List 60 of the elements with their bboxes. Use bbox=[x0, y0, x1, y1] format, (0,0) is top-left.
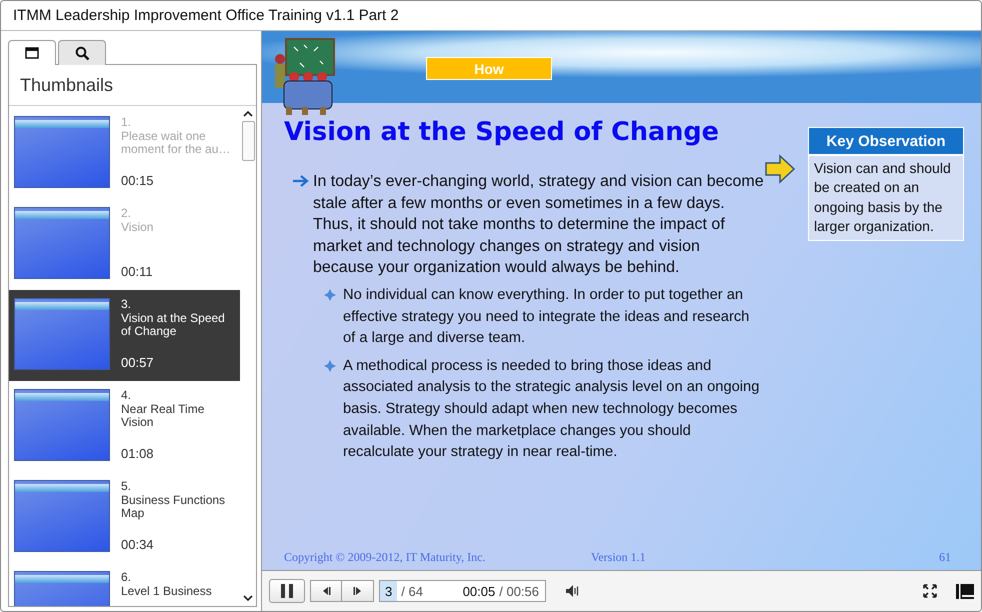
slide-title: Please wait one moment for the au… bbox=[121, 130, 232, 156]
callout-heading: Key Observation bbox=[809, 128, 963, 156]
arrow-bullet-icon bbox=[292, 174, 310, 188]
callout-text: Vision can and should be created on an ongoing basis by the larger organization. bbox=[813, 159, 952, 236]
thumbnail-item[interactable]: 1. Please wait one moment for the au… 00:15 bbox=[9, 108, 240, 199]
fullscreen-icon[interactable] bbox=[923, 584, 937, 598]
volume-icon[interactable] bbox=[565, 584, 579, 598]
slide-duration: 00:34 bbox=[121, 538, 155, 551]
caret-down-icon[interactable] bbox=[243, 595, 253, 602]
diamond-bullet-icon bbox=[324, 360, 336, 372]
slide-title: Vision at the Speed of Change bbox=[284, 117, 720, 147]
version-text: Version 1.1 bbox=[591, 550, 646, 564]
slide-number: 6. bbox=[121, 571, 132, 584]
slide-duration: 01:08 bbox=[121, 446, 155, 460]
thumbnail-item[interactable]: 5. Business Functions Map 00:34 bbox=[9, 472, 240, 563]
copyright-text: Copyright © 2009-2012, IT Maturity, Inc. bbox=[284, 550, 486, 564]
slide-duration: 00:11 bbox=[121, 264, 154, 278]
search-icon bbox=[74, 46, 90, 60]
window-title: ITMM Leadership Improvement Office Training v1.1 Part 2 bbox=[13, 7, 399, 24]
previous-button[interactable] bbox=[310, 580, 342, 602]
slide-number: 1. bbox=[121, 116, 132, 130]
sidebar-icon[interactable] bbox=[956, 584, 974, 598]
slide-duration: 00:57 bbox=[121, 356, 155, 369]
caret-up-icon[interactable] bbox=[243, 110, 253, 117]
thumbnail-item[interactable]: 4. Near Real Time Vision 01:08 bbox=[9, 381, 240, 472]
sidebar-tab[interactable] bbox=[58, 40, 106, 65]
play-pause-button[interactable] bbox=[269, 579, 305, 603]
position-field[interactable]: 3 / 64 00:05 / 00:56 bbox=[379, 580, 546, 602]
arrow-right-icon bbox=[764, 153, 796, 185]
slide-title: Business Functions Map bbox=[121, 494, 226, 520]
current-slide: 3 bbox=[380, 581, 398, 601]
slide-number: 2. bbox=[121, 207, 132, 220]
panel-heading: Thumbnails bbox=[9, 65, 256, 106]
slide-number: 5. bbox=[121, 480, 132, 494]
section-label: How bbox=[426, 57, 552, 80]
slide-title: Vision at the Speed of Change bbox=[121, 312, 226, 338]
next-button[interactable] bbox=[342, 580, 374, 602]
previous-icon bbox=[321, 586, 331, 596]
thumbnail-item[interactable]: 3. Vision at the Speed of Change 00:57 bbox=[9, 290, 240, 381]
slide-number: 4. bbox=[121, 389, 132, 402]
thumbnail-item[interactable]: 2. Vision 00:11 bbox=[9, 199, 240, 290]
slide-title: Level 1 Business bbox=[121, 584, 213, 598]
sidebar-tab[interactable] bbox=[8, 40, 56, 65]
pause-icon bbox=[281, 584, 293, 598]
slide-title: Near Real Time Vision bbox=[121, 402, 206, 430]
diamond-bullet-icon bbox=[324, 288, 336, 301]
slide-title: Vision bbox=[121, 220, 154, 234]
thumbnail-item[interactable]: 6. Level 1 Business bbox=[9, 563, 240, 606]
page-number: 61 bbox=[939, 550, 951, 564]
slide-duration: 00:15 bbox=[121, 174, 155, 187]
total-time: / 00:56 bbox=[499, 584, 539, 598]
next-icon bbox=[352, 586, 362, 596]
bullet-text: In today’s ever-changing world, strategy and vision can become stale after a few months or even sometimes in a few days. Thus, it should not take months to determine the impact of market and technology changes on strategy and vision because your organization would always be behind. bbox=[313, 172, 764, 278]
bullet-text: No individual can know everything. In order to put together an effective strategy you need to integrate the ideas and research of a large and diverse team. bbox=[343, 286, 750, 348]
slide-total: / 64 bbox=[401, 584, 423, 598]
scrollbar-thumb[interactable] bbox=[242, 121, 254, 161]
elapsed-time: 00:05 bbox=[462, 584, 496, 598]
bullet-text: A methodical process is needed to bring those ideas and associated analysis to the strategic analysis level on an ongoing basis. Strategy should adapt when new technology becomes available. When the marketplace changes you should recalculate your strategy in near real-time. bbox=[343, 356, 760, 462]
slide-number: 3. bbox=[121, 298, 132, 312]
window-icon bbox=[25, 47, 39, 59]
